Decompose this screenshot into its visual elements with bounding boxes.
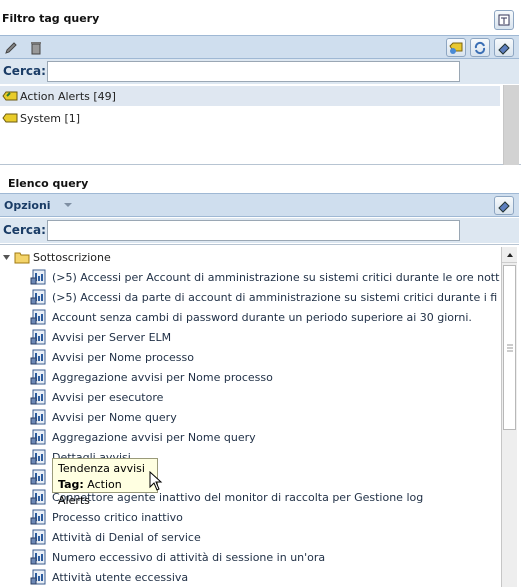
query-item[interactable]: (>5) Accessi da parte di account di ammi… bbox=[30, 287, 497, 307]
tag-icon bbox=[2, 113, 18, 123]
query-item[interactable]: Aggregazione avvisi per Nome processo bbox=[30, 367, 273, 387]
folder-label: Sottoscrizione bbox=[33, 250, 111, 264]
query-item-label: Aggregazione avvisi per Nome query bbox=[52, 430, 256, 444]
report-query-icon bbox=[30, 569, 46, 585]
report-query-icon bbox=[30, 269, 46, 285]
scroll-up-arrow[interactable] bbox=[502, 247, 517, 263]
report-query-icon bbox=[30, 489, 46, 505]
tag-list: Action Alerts [49] System [1] bbox=[0, 85, 521, 165]
delete-tag-button[interactable] bbox=[26, 38, 46, 57]
query-list: Sottoscrizione (>5) Accessi per Account … bbox=[0, 244, 519, 587]
query-panel-header: Elenco query bbox=[0, 166, 521, 193]
query-item-label: Avvisi per Server ELM bbox=[52, 330, 172, 344]
mouse-pointer-icon bbox=[149, 471, 163, 491]
report-query-icon bbox=[30, 529, 46, 545]
tag-toolbar bbox=[0, 35, 519, 59]
tag-options-button[interactable] bbox=[494, 38, 514, 57]
query-item-label: Avvisi per esecutore bbox=[52, 390, 164, 404]
query-item[interactable]: Avvisi per Server ELM bbox=[30, 327, 171, 347]
tag-item-label: Action Alerts [49] bbox=[20, 89, 116, 103]
query-item[interactable]: Processo critico inattivo bbox=[30, 507, 183, 527]
report-query-icon bbox=[30, 449, 46, 465]
query-tooltip: Tendenza avvisi Tag: Action Alerts bbox=[52, 458, 158, 507]
folder-row[interactable]: Sottoscrizione bbox=[2, 247, 111, 267]
tag-add-icon bbox=[449, 42, 463, 54]
chevron-down-icon bbox=[64, 203, 73, 207]
report-query-icon bbox=[30, 349, 46, 365]
options-menu[interactable]: Opzioni bbox=[4, 199, 74, 212]
report-query-icon bbox=[30, 289, 46, 305]
panel-toggle-icon bbox=[498, 14, 510, 26]
tooltip-title: Tendenza avvisi bbox=[58, 462, 145, 475]
tooltip-tag-label: Tag: bbox=[58, 478, 84, 491]
query-list-scrollbar[interactable] bbox=[501, 247, 517, 587]
query-item-label: Avvisi per Nome processo bbox=[52, 350, 194, 364]
query-options-button[interactable] bbox=[494, 196, 514, 215]
tag-item-system[interactable]: System [1] bbox=[0, 108, 80, 128]
query-item[interactable]: Numero eccessivo di attività di sessione… bbox=[30, 547, 325, 567]
edit-tag-button[interactable] bbox=[1, 38, 21, 57]
collapse-panel-button[interactable] bbox=[494, 10, 514, 30]
refresh-button[interactable] bbox=[470, 38, 490, 57]
query-search-label: Cerca: bbox=[3, 223, 46, 237]
tag-filter-panel-header: Filtro tag query bbox=[0, 0, 521, 37]
report-query-icon bbox=[30, 389, 46, 405]
query-item[interactable]: Attività utente eccessiva bbox=[30, 567, 188, 587]
tag-search-label: Cerca: bbox=[3, 64, 46, 78]
query-search-input[interactable] bbox=[47, 220, 460, 241]
report-query-icon bbox=[30, 509, 46, 525]
tag-filter-title: Filtro tag query bbox=[2, 12, 100, 25]
add-tag-button[interactable] bbox=[446, 38, 466, 57]
tag-item-label: System [1] bbox=[20, 111, 81, 125]
query-item-label: Avvisi per Nome query bbox=[52, 410, 177, 424]
query-item[interactable]: Aggregazione avvisi per Nome query bbox=[30, 427, 256, 447]
query-item[interactable]: Avvisi per Nome query bbox=[30, 407, 177, 427]
report-query-icon bbox=[30, 309, 46, 325]
tag-list-scrollbar[interactable] bbox=[503, 85, 519, 165]
collapse-triangle-icon[interactable] bbox=[2, 253, 11, 262]
query-item-label: (>5) Accessi per Account di amministrazi… bbox=[52, 270, 500, 284]
eraser-icon bbox=[498, 42, 510, 55]
trash-icon bbox=[31, 41, 41, 54]
query-item[interactable]: Avvisi per Nome processo bbox=[30, 347, 194, 367]
query-item-label: Numero eccessivo di attività di sessione… bbox=[52, 550, 326, 564]
query-item-label: Account senza cambi di password durante … bbox=[52, 310, 472, 324]
query-item-label: Attività utente eccessiva bbox=[52, 570, 189, 584]
tag-icon bbox=[2, 91, 18, 101]
folder-icon bbox=[14, 252, 30, 263]
scroll-thumb[interactable] bbox=[503, 265, 516, 430]
refresh-icon bbox=[474, 41, 486, 54]
query-item[interactable]: Attività di Denial of service bbox=[30, 527, 201, 547]
query-item[interactable]: Account senza cambi di password durante … bbox=[30, 307, 472, 327]
options-label: Opzioni bbox=[4, 199, 51, 212]
tag-search-row: Cerca: bbox=[0, 59, 519, 84]
report-query-icon bbox=[30, 469, 46, 485]
report-query-icon bbox=[30, 429, 46, 445]
report-query-icon bbox=[30, 409, 46, 425]
query-item[interactable]: (>5) Accessi per Account di amministrazi… bbox=[30, 267, 499, 287]
query-item-label: Aggregazione avvisi per Nome processo bbox=[52, 370, 273, 384]
query-item-label: (>5) Accessi da parte di account di ammi… bbox=[52, 290, 498, 304]
tag-item-action-alerts[interactable]: Action Alerts [49] bbox=[0, 86, 500, 106]
query-toolbar: Opzioni bbox=[0, 193, 519, 217]
tag-search-input[interactable] bbox=[47, 61, 460, 82]
report-query-icon bbox=[30, 549, 46, 565]
query-panel-title: Elenco query bbox=[8, 177, 89, 190]
query-item[interactable]: Avvisi per esecutore bbox=[30, 387, 163, 407]
eraser-icon bbox=[498, 200, 510, 213]
query-item-label: Processo critico inattivo bbox=[52, 510, 183, 524]
report-query-icon bbox=[30, 329, 46, 345]
report-query-icon bbox=[30, 369, 46, 385]
pencil-icon bbox=[5, 41, 17, 54]
query-search-row: Cerca: bbox=[0, 218, 519, 243]
query-item-label: Attività di Denial of service bbox=[52, 530, 201, 544]
